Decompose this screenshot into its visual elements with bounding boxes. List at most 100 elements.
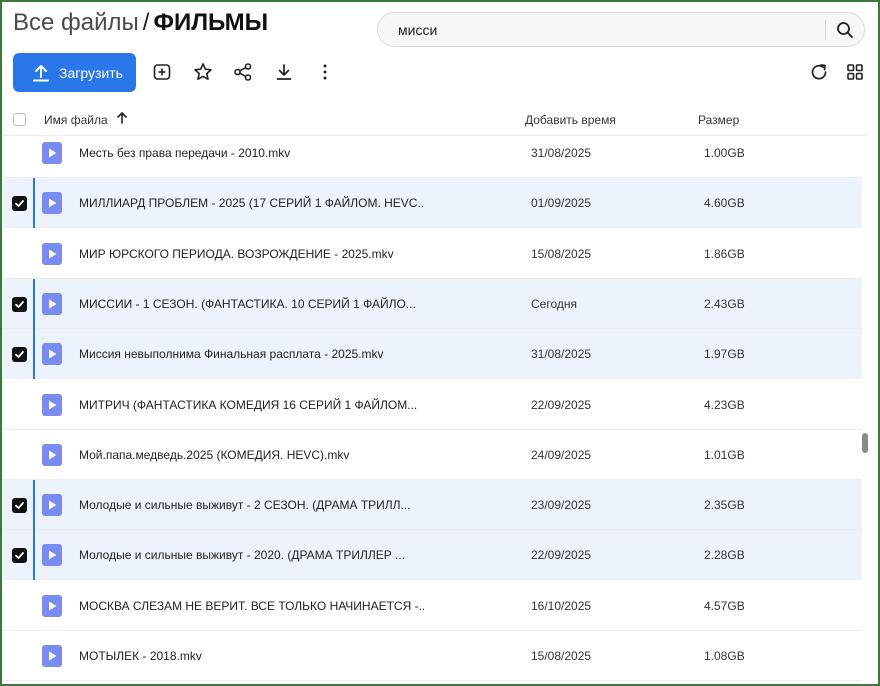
search-icon [837,22,853,38]
file-name[interactable]: Месть без права передачи - 2010.mkv [79,146,424,160]
file-added-time: 16/10/2025 [531,599,592,613]
video-file-icon [42,544,62,566]
row-checkbox[interactable] [12,297,27,312]
file-name[interactable]: Молодые и сильные выживут - 2020. (ДРАМА… [79,548,424,562]
selection-bar [33,329,35,379]
row-checkbox[interactable] [12,548,27,563]
file-name[interactable]: МИР ЮРСКОГО ПЕРИОДА. ВОЗРОЖДЕНИЕ - 2025.… [79,247,424,261]
table-row[interactable]: Молодые и сильные выживут - 2 СЕЗОН. (ДР… [2,480,862,530]
video-file-icon [42,293,62,315]
video-file-icon [42,394,62,416]
file-name[interactable]: МИССИИ - 1 СЕЗОН. (ФАНТАСТИКА. 10 СЕРИЙ … [79,297,424,311]
table-row[interactable]: МИЛЛИАРД ПРОБЛЕМ - 2025 (17 СЕРИЙ 1 ФАЙЛ… [2,178,862,228]
table-row[interactable]: МИР ЮРСКОГО ПЕРИОДА. ВОЗРОЖДЕНИЕ - 2025.… [2,229,862,279]
row-checkbox[interactable] [12,498,27,513]
column-header-size[interactable]: Размер [698,113,739,127]
view-toggle-button[interactable] [843,60,867,84]
file-size: 1.08GB [704,649,745,663]
table-row[interactable]: МОТЫЛЕК - 2018.mkv 15/08/2025 1.08GB [2,631,862,681]
check-icon [15,552,24,559]
file-added-time: 24/09/2025 [531,448,592,462]
file-added-time: 22/09/2025 [531,398,592,412]
video-file-icon [42,494,62,516]
file-size: 2.35GB [704,498,745,512]
more-button[interactable] [313,60,337,84]
file-size: 1.86GB [704,247,745,261]
share-button[interactable] [231,60,255,84]
file-name[interactable]: Миссия невыполнима Финальная расплата - … [79,347,424,361]
sort-button[interactable] [116,111,128,128]
file-size: 2.43GB [704,297,745,311]
video-file-icon [42,343,62,365]
column-header-name[interactable]: Имя файла [44,113,108,127]
favorite-button[interactable] [191,60,215,84]
star-icon [194,63,212,80]
file-size: 4.60GB [704,196,745,210]
app-window: Все файлы/ФИЛЬМЫ Загрузить Имя файла [0,0,880,686]
file-name[interactable]: МИЛЛИАРД ПРОБЛЕМ - 2025 (17 СЕРИЙ 1 ФАЙЛ… [79,196,424,210]
breadcrumb-root[interactable]: Все файлы [13,9,139,36]
check-icon [15,200,24,207]
search-box [377,12,865,47]
upload-button[interactable]: Загрузить [13,53,136,92]
grid-view-icon [847,64,863,80]
download-button[interactable] [272,60,296,84]
selection-bar [33,279,35,329]
file-added-time: Сегодня [531,297,577,311]
check-icon [15,351,24,358]
table-row[interactable]: Миссия невыполнима Финальная расплата - … [2,329,862,379]
search-input[interactable] [398,13,818,46]
search-button[interactable] [833,18,857,42]
file-added-time: 31/08/2025 [531,347,592,361]
selection-bar [33,530,35,580]
column-header-time[interactable]: Добавить время [525,113,616,127]
file-name[interactable]: Мой.папа.медведь.2025 (КОМЕДИЯ. HEVC).mk… [79,448,424,462]
file-name[interactable]: Молодые и сильные выживут - 2 СЕЗОН. (ДР… [79,498,424,512]
video-file-icon [42,192,62,214]
upload-button-label: Загрузить [59,64,123,81]
check-icon [15,502,24,509]
breadcrumb-current: ФИЛЬМЫ [153,9,269,36]
search-divider [825,20,826,40]
video-file-icon [42,142,62,164]
refresh-button[interactable] [807,60,831,84]
select-all-checkbox[interactable] [13,113,26,126]
upload-arrow-icon [33,64,49,81]
table-row[interactable]: МОСКВА СЛЕЗАМ НЕ ВЕРИТ. ВСЕ ТОЛЬКО НАЧИН… [2,581,862,631]
row-checkbox[interactable] [12,347,27,362]
new-folder-button[interactable] [150,60,174,84]
sort-up-arrow-icon [117,112,127,124]
table-row[interactable]: Месть без права передачи - 2010.mkv 31/0… [2,128,862,178]
file-size: 1.00GB [704,146,745,160]
row-checkbox[interactable] [12,196,27,211]
file-added-time: 15/08/2025 [531,247,592,261]
file-name[interactable]: МОТЫЛЕК - 2018.mkv [79,649,424,663]
breadcrumb-separator: / [142,9,150,36]
file-size: 2.28GB [704,548,745,562]
selection-bar [33,480,35,530]
file-size: 4.23GB [704,398,745,412]
file-added-time: 31/08/2025 [531,146,592,160]
file-added-time: 01/09/2025 [531,196,592,210]
scrollbar-thumb[interactable] [862,433,868,453]
video-file-icon [42,243,62,265]
table-row[interactable]: МИССИИ - 1 СЕЗОН. (ФАНТАСТИКА. 10 СЕРИЙ … [2,279,862,329]
file-size: 4.57GB [704,599,745,613]
video-file-icon [42,595,62,617]
file-added-time: 23/09/2025 [531,498,592,512]
video-file-icon [42,645,62,667]
refresh-icon [811,64,827,80]
file-added-time: 22/09/2025 [531,548,592,562]
check-icon [15,301,24,308]
file-name[interactable]: МОСКВА СЛЕЗАМ НЕ ВЕРИТ. ВСЕ ТОЛЬКО НАЧИН… [79,599,424,613]
folder-plus-icon [153,64,171,80]
video-file-icon [42,444,62,466]
file-size: 1.97GB [704,347,745,361]
table-row[interactable]: Молодые и сильные выживут - 2020. (ДРАМА… [2,530,862,580]
more-vertical-icon [323,64,327,80]
file-name[interactable]: МИТРИЧ (ФАНТАСТИКА КОМЕДИЯ 16 СЕРИЙ 1 ФА… [79,398,424,412]
table-row[interactable]: Мой.папа.медведь.2025 (КОМЕДИЯ. HEVC).mk… [2,430,862,480]
download-icon [276,64,292,80]
selection-bar [33,178,35,228]
table-row[interactable]: МИТРИЧ (ФАНТАСТИКА КОМЕДИЯ 16 СЕРИЙ 1 ФА… [2,380,862,430]
